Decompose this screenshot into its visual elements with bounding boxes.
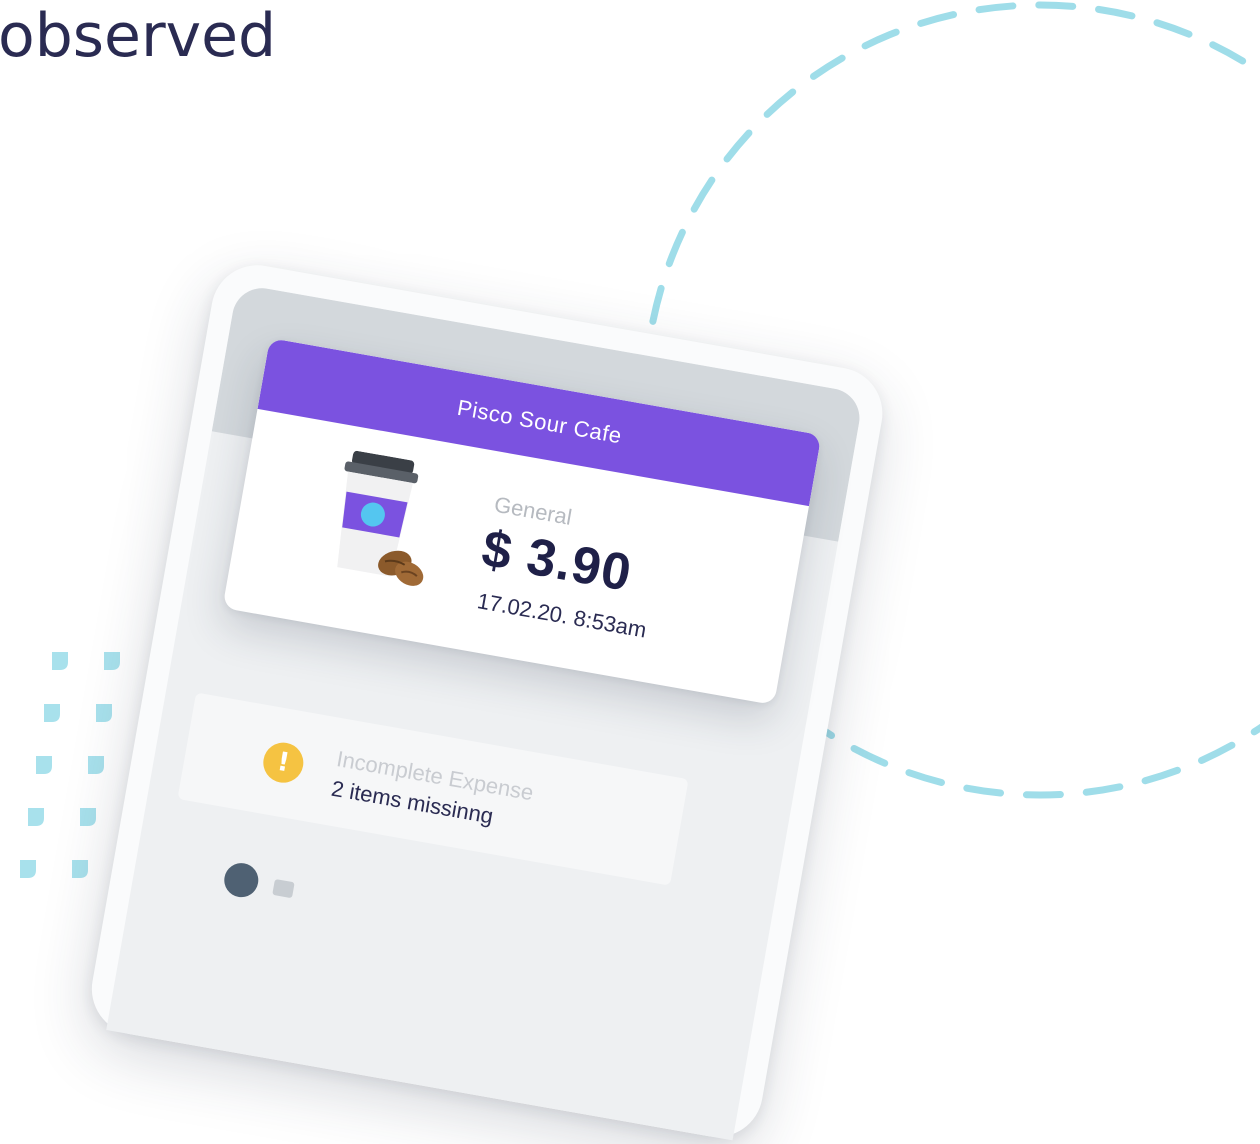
dot-grid-mark <box>88 756 104 774</box>
next-row-text-placeholder <box>272 878 295 899</box>
dot-grid-mark <box>36 756 52 774</box>
expense-list-item[interactable]: ! Incomplete Expense 2 items missinng <box>177 692 689 886</box>
dot-grid-mark <box>44 704 60 722</box>
exclamation-icon: ! <box>260 739 307 786</box>
dot-grid-mark <box>104 652 120 670</box>
dot-grid-mark <box>20 860 36 878</box>
coffee-cup-icon <box>337 450 424 586</box>
dot-grid-mark <box>52 652 68 670</box>
avatar <box>221 860 261 900</box>
dot-grid-mark <box>28 808 44 826</box>
dot-grid-mark <box>80 808 96 826</box>
dot-grid-mark <box>72 860 88 878</box>
dot-grid-mark <box>96 704 112 722</box>
